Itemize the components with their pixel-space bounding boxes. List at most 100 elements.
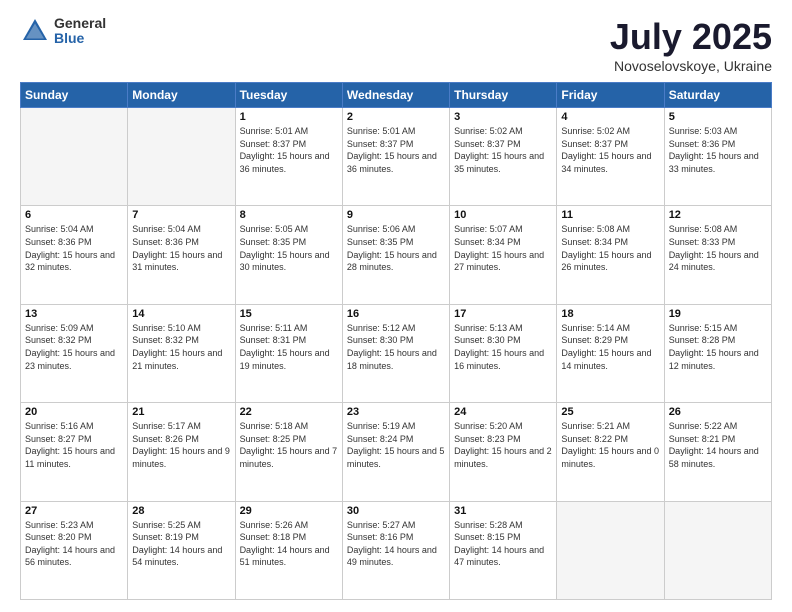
calendar-cell: 16 Sunrise: 5:12 AMSunset: 8:30 PMDayligh… bbox=[342, 304, 449, 402]
day-info: Sunrise: 5:11 AMSunset: 8:31 PMDaylight:… bbox=[240, 322, 338, 372]
header: General Blue July 2025 Novoselovskoye, U… bbox=[20, 16, 772, 74]
day-info: Sunrise: 5:05 AMSunset: 8:35 PMDaylight:… bbox=[240, 223, 338, 273]
logo-general: General bbox=[54, 16, 106, 31]
day-number: 8 bbox=[240, 209, 338, 221]
day-info: Sunrise: 5:17 AMSunset: 8:26 PMDaylight:… bbox=[132, 420, 230, 470]
day-info: Sunrise: 5:01 AMSunset: 8:37 PMDaylight:… bbox=[347, 125, 445, 175]
calendar-cell: 7Sunrise: 5:04 AMSunset: 8:36 PMDaylight… bbox=[128, 206, 235, 304]
day-number: 28 bbox=[132, 505, 230, 517]
calendar-cell: 29 Sunrise: 5:26 AMSunset: 8:18 PMDayligh… bbox=[235, 501, 342, 599]
logo: General Blue bbox=[20, 16, 106, 47]
day-info: Sunrise: 5:14 AMSunset: 8:29 PMDaylight:… bbox=[561, 322, 659, 372]
calendar-cell bbox=[664, 501, 771, 599]
day-info: Sunrise: 5:04 AMSunset: 8:36 PMDaylight:… bbox=[25, 223, 123, 273]
day-number: 27 bbox=[25, 505, 123, 517]
calendar-cell: 27 Sunrise: 5:23 AMSunset: 8:20 PMDayligh… bbox=[21, 501, 128, 599]
day-number: 16 bbox=[347, 308, 445, 320]
calendar-cell: 31 Sunrise: 5:28 AMSunset: 8:15 PMDayligh… bbox=[450, 501, 557, 599]
day-number: 3 bbox=[454, 111, 552, 123]
calendar-header-row: SundayMondayTuesdayWednesdayThursdayFrid… bbox=[21, 83, 772, 108]
calendar-cell: 14 Sunrise: 5:10 AMSunset: 8:32 PMDayligh… bbox=[128, 304, 235, 402]
logo-text: General Blue bbox=[54, 16, 106, 47]
day-info: Sunrise: 5:10 AMSunset: 8:32 PMDaylight:… bbox=[132, 322, 230, 372]
day-info: Sunrise: 5:22 AMSunset: 8:21 PMDaylight:… bbox=[669, 420, 767, 470]
day-info: Sunrise: 5:23 AMSunset: 8:20 PMDaylight:… bbox=[25, 519, 123, 569]
day-info: Sunrise: 5:08 AMSunset: 8:33 PMDaylight:… bbox=[669, 223, 767, 273]
calendar-cell: 3 Sunrise: 5:02 AMSunset: 8:37 PMDaylight… bbox=[450, 108, 557, 206]
day-number: 14 bbox=[132, 308, 230, 320]
day-header-wednesday: Wednesday bbox=[342, 83, 449, 108]
day-number: 26 bbox=[669, 406, 767, 418]
day-number: 11 bbox=[561, 209, 659, 221]
day-info: Sunrise: 5:07 AMSunset: 8:34 PMDaylight:… bbox=[454, 223, 552, 273]
day-info: Sunrise: 5:27 AMSunset: 8:16 PMDaylight:… bbox=[347, 519, 445, 569]
day-number: 31 bbox=[454, 505, 552, 517]
logo-icon bbox=[20, 16, 50, 46]
day-info: Sunrise: 5:26 AMSunset: 8:18 PMDaylight:… bbox=[240, 519, 338, 569]
calendar-cell: 18 Sunrise: 5:14 AMSunset: 8:29 PMDayligh… bbox=[557, 304, 664, 402]
day-number: 2 bbox=[347, 111, 445, 123]
calendar-cell: 1Sunrise: 5:01 AMSunset: 8:37 PMDaylight… bbox=[235, 108, 342, 206]
calendar-cell: 6 Sunrise: 5:04 AMSunset: 8:36 PMDaylight… bbox=[21, 206, 128, 304]
day-info: Sunrise: 5:13 AMSunset: 8:30 PMDaylight:… bbox=[454, 322, 552, 372]
day-info: Sunrise: 5:08 AMSunset: 8:34 PMDaylight:… bbox=[561, 223, 659, 273]
day-number: 23 bbox=[347, 406, 445, 418]
calendar-cell: 17Sunrise: 5:13 AMSunset: 8:30 PMDayligh… bbox=[450, 304, 557, 402]
day-number: 25 bbox=[561, 406, 659, 418]
day-info: Sunrise: 5:21 AMSunset: 8:22 PMDaylight:… bbox=[561, 420, 659, 470]
page: General Blue July 2025 Novoselovskoye, U… bbox=[0, 0, 792, 612]
day-header-monday: Monday bbox=[128, 83, 235, 108]
calendar-cell: 8 Sunrise: 5:05 AMSunset: 8:35 PMDaylight… bbox=[235, 206, 342, 304]
day-number: 21 bbox=[132, 406, 230, 418]
day-number: 5 bbox=[669, 111, 767, 123]
day-info: Sunrise: 5:12 AMSunset: 8:30 PMDaylight:… bbox=[347, 322, 445, 372]
day-number: 20 bbox=[25, 406, 123, 418]
calendar-cell: 20 Sunrise: 5:16 AMSunset: 8:27 PMDayligh… bbox=[21, 403, 128, 501]
day-info: Sunrise: 5:25 AMSunset: 8:19 PMDaylight:… bbox=[132, 519, 230, 569]
day-info: Sunrise: 5:02 AMSunset: 8:37 PMDaylight:… bbox=[561, 125, 659, 175]
calendar-cell: 19Sunrise: 5:15 AMSunset: 8:28 PMDayligh… bbox=[664, 304, 771, 402]
day-info: Sunrise: 5:02 AMSunset: 8:37 PMDaylight:… bbox=[454, 125, 552, 175]
calendar-cell: 11 Sunrise: 5:08 AMSunset: 8:34 PMDayligh… bbox=[557, 206, 664, 304]
day-number: 7 bbox=[132, 209, 230, 221]
day-info: Sunrise: 5:03 AMSunset: 8:36 PMDaylight:… bbox=[669, 125, 767, 175]
day-number: 24 bbox=[454, 406, 552, 418]
day-number: 22 bbox=[240, 406, 338, 418]
calendar-cell: 9Sunrise: 5:06 AMSunset: 8:35 PMDaylight… bbox=[342, 206, 449, 304]
calendar-cell: 21 Sunrise: 5:17 AMSunset: 8:26 PMDayligh… bbox=[128, 403, 235, 501]
day-info: Sunrise: 5:15 AMSunset: 8:28 PMDaylight:… bbox=[669, 322, 767, 372]
calendar-cell: 10Sunrise: 5:07 AMSunset: 8:34 PMDayligh… bbox=[450, 206, 557, 304]
week-row-3: 13 Sunrise: 5:09 AMSunset: 8:32 PMDayligh… bbox=[21, 304, 772, 402]
day-header-sunday: Sunday bbox=[21, 83, 128, 108]
day-number: 29 bbox=[240, 505, 338, 517]
day-number: 4 bbox=[561, 111, 659, 123]
day-info: Sunrise: 5:18 AMSunset: 8:25 PMDaylight:… bbox=[240, 420, 338, 470]
title-block: July 2025 Novoselovskoye, Ukraine bbox=[610, 16, 772, 74]
calendar-cell: 15 Sunrise: 5:11 AMSunset: 8:31 PMDayligh… bbox=[235, 304, 342, 402]
week-row-2: 6 Sunrise: 5:04 AMSunset: 8:36 PMDaylight… bbox=[21, 206, 772, 304]
calendar-table: SundayMondayTuesdayWednesdayThursdayFrid… bbox=[20, 82, 772, 600]
location-subtitle: Novoselovskoye, Ukraine bbox=[610, 58, 772, 74]
day-number: 1 bbox=[240, 111, 338, 123]
day-info: Sunrise: 5:16 AMSunset: 8:27 PMDaylight:… bbox=[25, 420, 123, 470]
calendar-cell: 12 Sunrise: 5:08 AMSunset: 8:33 PMDayligh… bbox=[664, 206, 771, 304]
day-number: 13 bbox=[25, 308, 123, 320]
calendar-cell bbox=[128, 108, 235, 206]
day-header-friday: Friday bbox=[557, 83, 664, 108]
day-number: 15 bbox=[240, 308, 338, 320]
day-header-saturday: Saturday bbox=[664, 83, 771, 108]
day-number: 12 bbox=[669, 209, 767, 221]
month-title: July 2025 bbox=[610, 16, 772, 58]
day-info: Sunrise: 5:09 AMSunset: 8:32 PMDaylight:… bbox=[25, 322, 123, 372]
logo-blue-text: Blue bbox=[54, 31, 106, 46]
day-number: 18 bbox=[561, 308, 659, 320]
calendar-cell: 2 Sunrise: 5:01 AMSunset: 8:37 PMDaylight… bbox=[342, 108, 449, 206]
day-number: 6 bbox=[25, 209, 123, 221]
calendar-cell: 23Sunrise: 5:19 AMSunset: 8:24 PMDayligh… bbox=[342, 403, 449, 501]
day-info: Sunrise: 5:28 AMSunset: 8:15 PMDaylight:… bbox=[454, 519, 552, 569]
day-info: Sunrise: 5:20 AMSunset: 8:23 PMDaylight:… bbox=[454, 420, 552, 470]
calendar-cell bbox=[21, 108, 128, 206]
calendar-cell: 24 Sunrise: 5:20 AMSunset: 8:23 PMDayligh… bbox=[450, 403, 557, 501]
day-info: Sunrise: 5:06 AMSunset: 8:35 PMDaylight:… bbox=[347, 223, 445, 273]
calendar-cell: 25 Sunrise: 5:21 AMSunset: 8:22 PMDayligh… bbox=[557, 403, 664, 501]
